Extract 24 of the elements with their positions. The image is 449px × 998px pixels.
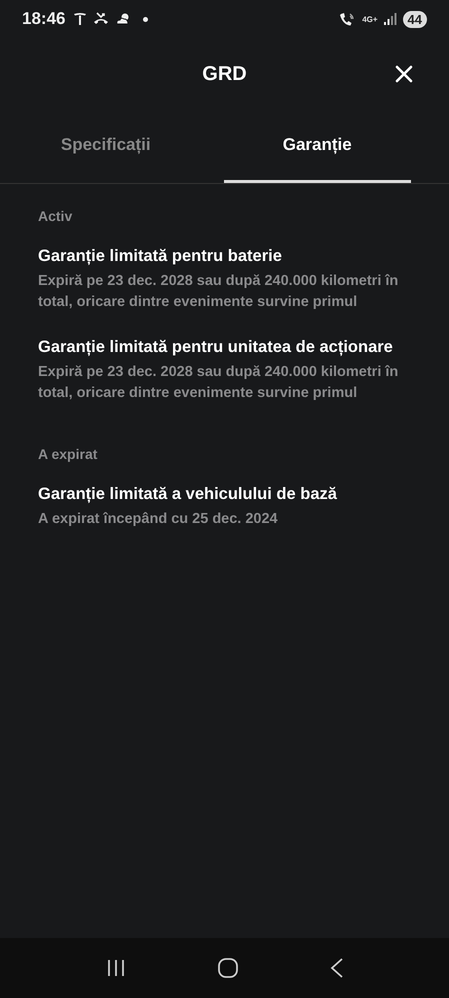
warranty-title: Garanție limitată pentru unitatea de acționare — [38, 337, 394, 358]
recent-apps-icon[interactable] — [106, 958, 126, 978]
warranty-title: Garanție limitată pentru baterie — [38, 246, 283, 267]
home-icon[interactable] — [216, 957, 238, 979]
signal-icon — [384, 13, 397, 25]
section-heading: Activ — [38, 208, 74, 224]
warranty-description: Expiră pe 23 dec. 2028 sau după 240.000 kilometri în total, oricare dintre evenimente survine primul — [38, 363, 400, 403]
wifi-call-icon — [338, 12, 356, 26]
page-title: GRD — [202, 62, 247, 86]
tab[interactable]: Specificații — [12, 110, 200, 183]
notification-dot-icon — [143, 16, 148, 22]
tab[interactable]: Garanție — [224, 110, 411, 183]
back-icon[interactable] — [330, 957, 344, 979]
network-type: 4G+ — [362, 14, 378, 24]
section-heading: A expirat — [38, 446, 98, 462]
status-time: 18:46 — [22, 9, 66, 29]
car-logo-icon — [73, 12, 88, 26]
warranty-title: Garanție limitată a vehiculului de bază — [38, 484, 338, 505]
close-icon[interactable] — [395, 65, 413, 83]
warranty-description: A expirat începând cu 25 dec. 2024 — [38, 510, 279, 529]
battery-level: 44 — [402, 10, 427, 28]
missed-call-icon — [93, 12, 110, 26]
cloudy-sun-icon — [115, 12, 132, 26]
warranty-description: Expiră pe 23 dec. 2028 sau după 240.000 kilometri în total, oricare dintre evenimente survine primul — [38, 272, 400, 312]
